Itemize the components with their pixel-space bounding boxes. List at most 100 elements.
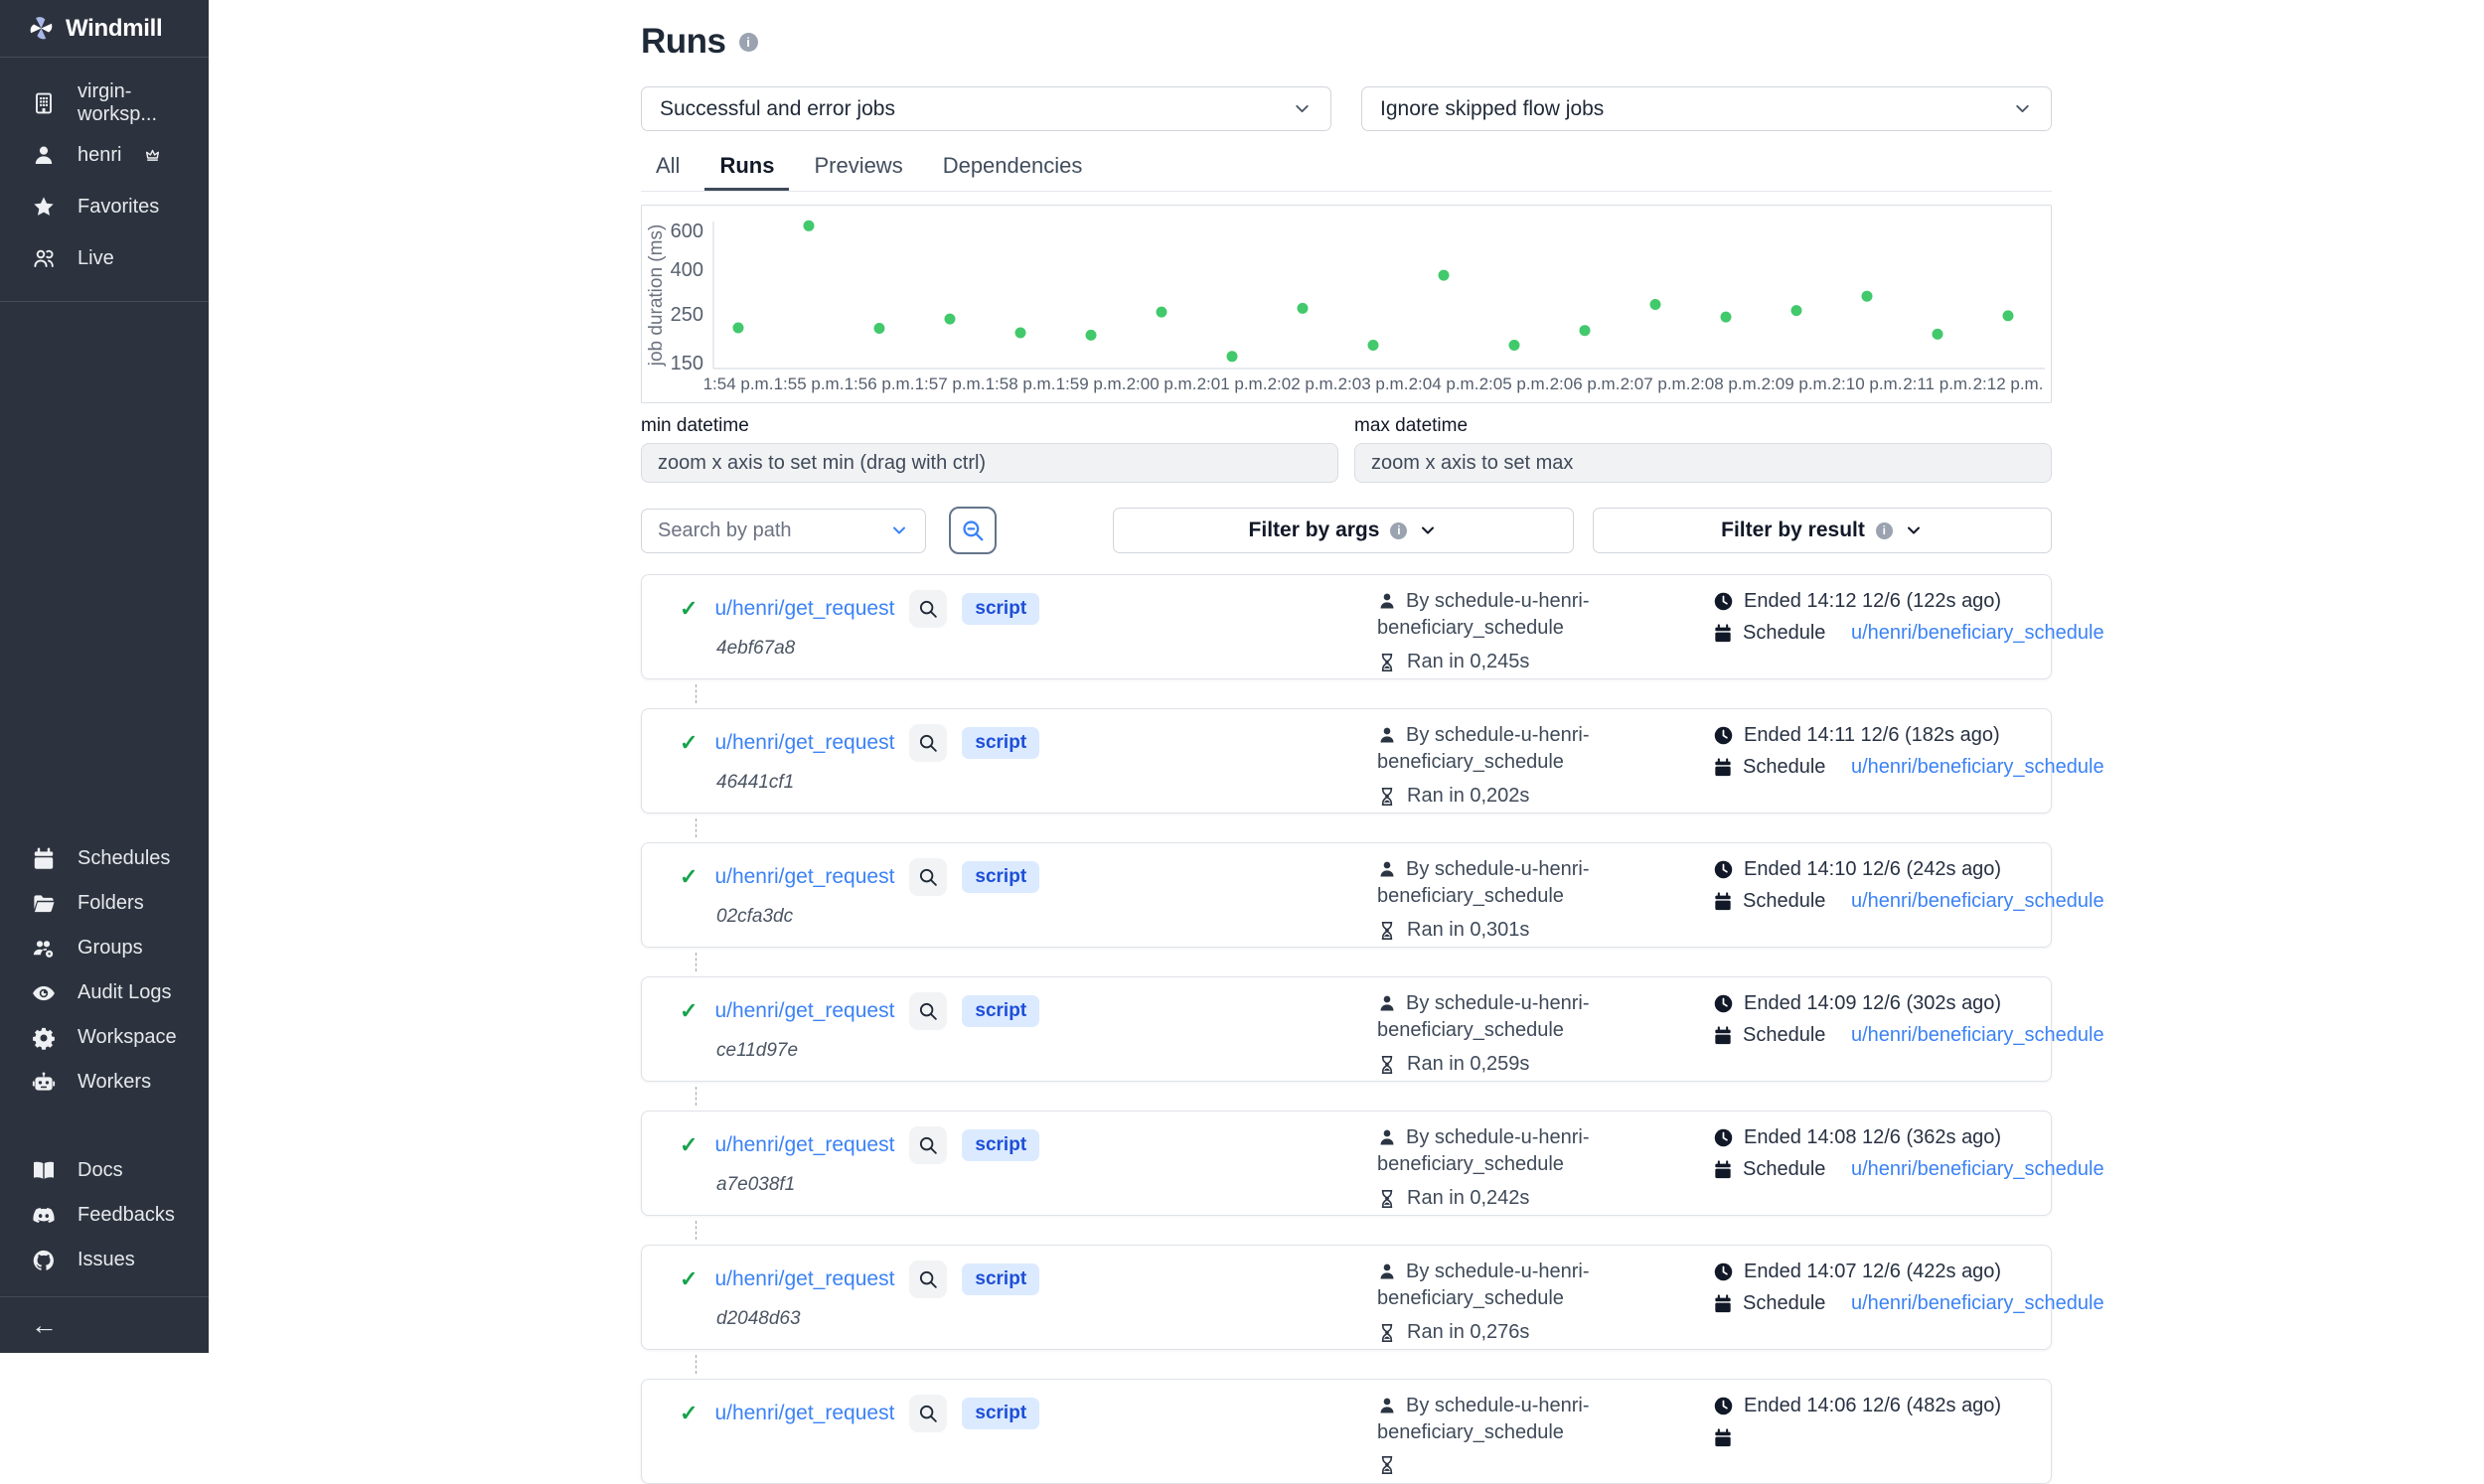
collapse-sidebar-button[interactable]: ← (0, 1297, 209, 1353)
sidebar-item-issues[interactable]: Issues (0, 1238, 209, 1282)
magnifier-minus-icon (960, 518, 986, 543)
tab-all[interactable]: All (641, 153, 695, 191)
user-icon (31, 143, 57, 167)
schedule-label: Schedule (1743, 1292, 1825, 1315)
runs-tabs: AllRuns Previews Dependencies (641, 153, 2052, 192)
run-ended-at: Ended 14:11 12/6 (182s ago) (1744, 724, 2000, 747)
info-icon[interactable]: i (1390, 522, 1407, 539)
run-row[interactable]: ✓u/henri/get_requestscripta7e038f1By sch… (641, 1111, 2052, 1216)
run-row[interactable]: ✓u/henri/get_requestscriptce11d97eBy sch… (641, 976, 2052, 1082)
schedule-path-link[interactable]: u/henri/beneficiary_schedule (1851, 756, 2104, 779)
schedule-path-link[interactable]: u/henri/beneficiary_schedule (1851, 622, 2104, 645)
chevron-down-icon (1904, 520, 1924, 540)
sidebar-item-label: Folders (78, 892, 144, 915)
max-datetime-input[interactable]: zoom x axis to set max (1354, 443, 2052, 483)
clock-icon (1713, 591, 1734, 612)
info-icon[interactable]: i (739, 33, 758, 52)
schedule-path-link[interactable]: u/henri/beneficiary_schedule (1851, 890, 2104, 913)
sidebar-item-live[interactable]: Live (0, 232, 209, 284)
y-tick-label: 600 (671, 221, 703, 242)
run-row[interactable]: ✓u/henri/get_requestscript4ebf67a8By sch… (641, 574, 2052, 679)
y-tick-label: 400 (671, 259, 703, 281)
data-point (2003, 310, 2014, 321)
sidebar-item-folders[interactable]: Folders (0, 881, 209, 926)
run-path-link[interactable]: u/henri/get_request (714, 865, 894, 889)
schedule-path-link[interactable]: u/henri/beneficiary_schedule (1851, 1158, 2104, 1181)
run-id: d2048d63 (716, 1308, 1039, 1330)
run-connector (641, 814, 2052, 842)
job-status-filter-select[interactable]: Successful and error jobs (641, 86, 1331, 131)
run-ended-at: Ended 14:07 12/6 (422s ago) (1744, 1261, 2001, 1283)
inspect-run-button[interactable] (909, 724, 947, 762)
sidebar-item-label: Schedules (78, 847, 170, 870)
inspect-run-button[interactable] (909, 858, 947, 896)
chevron-down-icon (2012, 98, 2033, 119)
max-datetime-label: max datetime (1354, 415, 2052, 437)
run-path-link[interactable]: u/henri/get_request (714, 597, 894, 621)
run-id: a7e038f1 (716, 1174, 1039, 1196)
inspect-run-button[interactable] (909, 590, 947, 628)
tab-dependencies[interactable]: Dependencies (928, 153, 1098, 191)
run-path-link[interactable]: u/henri/get_request (714, 1267, 894, 1291)
inspect-run-button[interactable] (909, 992, 947, 1030)
sidebar-item-label: Audit Logs (78, 981, 172, 1004)
inspect-run-button[interactable] (909, 1395, 947, 1432)
run-row[interactable]: ✓u/henri/get_requestscriptBy schedule-u-… (641, 1379, 2052, 1484)
groups-icon (31, 937, 57, 961)
sidebar-item-favorites[interactable]: Favorites (0, 181, 209, 232)
schedule-path-link[interactable]: u/henri/beneficiary_schedule (1851, 1024, 2104, 1047)
x-tick-label: 2:00 p.m. (1127, 374, 1197, 393)
run-connector (641, 1082, 2052, 1111)
schedule-path-link[interactable]: u/henri/beneficiary_schedule (1851, 1292, 2104, 1315)
run-path-link[interactable]: u/henri/get_request (714, 999, 894, 1023)
sidebar-item-docs[interactable]: Docs (0, 1148, 209, 1193)
sidebar-item-audit-logs[interactable]: Audit Logs (0, 970, 209, 1015)
calendar-small-icon (1713, 758, 1733, 778)
data-point (1227, 351, 1238, 362)
sidebar-item-groups[interactable]: Groups (0, 926, 209, 970)
skipped-jobs-filter-select[interactable]: Ignore skipped flow jobs (1361, 86, 2052, 131)
inspect-run-button[interactable] (909, 1126, 947, 1164)
filter-by-args-button[interactable]: Filter by args i (1113, 508, 1574, 553)
clock-icon (1713, 1261, 1734, 1282)
run-row[interactable]: ✓u/henri/get_requestscript46441cf1By sch… (641, 708, 2052, 814)
x-tick-label: 2:09 p.m. (1762, 374, 1832, 393)
brand-logo[interactable]: Windmill (0, 0, 209, 58)
min-datetime-input[interactable]: zoom x axis to set min (drag with ctrl) (641, 443, 1338, 483)
main-area: Runs i Successful and error jobs Ignore … (209, 0, 2484, 1353)
run-path-link[interactable]: u/henri/get_request (714, 1133, 894, 1157)
sidebar-item-schedules[interactable]: Schedules (0, 836, 209, 881)
workspace-nav: virgin-worksp... henri FavoritesLive (0, 58, 209, 290)
chevron-down-icon (889, 520, 909, 540)
job-kind-badge: script (962, 861, 1039, 893)
building-icon (31, 91, 57, 115)
info-icon[interactable]: i (1876, 522, 1893, 539)
job-kind-badge: script (962, 593, 1039, 625)
magnifier-icon (917, 1403, 939, 1424)
run-path-link[interactable]: u/henri/get_request (714, 1402, 894, 1425)
tab-previews[interactable]: Previews (799, 153, 917, 191)
sidebar: Windmill virgin-worksp... henri FavoritesL… (0, 0, 209, 1353)
tab-runs[interactable]: Runs (704, 153, 789, 191)
sidebar-divider (0, 301, 209, 302)
zoom-out-search-button[interactable] (949, 507, 997, 554)
sidebar-item-workers[interactable]: Workers (0, 1060, 209, 1105)
run-id: 4ebf67a8 (716, 638, 1039, 660)
job-duration-chart[interactable]: job duration (ms)1502504006001:54 p.m.1:… (641, 205, 2052, 403)
sidebar-item-virgin-worksp[interactable]: virgin-worksp... (0, 77, 209, 129)
run-ended-at: Ended 14:06 12/6 (482s ago) (1744, 1395, 2001, 1417)
sidebar-item-workspace[interactable]: Workspace (0, 1015, 209, 1060)
data-point (1721, 312, 1732, 323)
sidebar-item-feedbacks[interactable]: Feedbacks (0, 1193, 209, 1238)
run-id: 02cfa3dc (716, 906, 1039, 928)
run-path-link[interactable]: u/henri/get_request (714, 731, 894, 755)
search-by-path-select[interactable]: Search by path (641, 509, 926, 553)
users-icon (31, 246, 57, 270)
sidebar-item-label: henri (78, 144, 121, 167)
sidebar-item-henri[interactable]: henri (0, 129, 209, 181)
inspect-run-button[interactable] (909, 1261, 947, 1298)
run-row[interactable]: ✓u/henri/get_requestscript02cfa3dcBy sch… (641, 842, 2052, 948)
run-row[interactable]: ✓u/henri/get_requestscriptd2048d63By sch… (641, 1245, 2052, 1350)
x-tick-label: 2:03 p.m. (1338, 374, 1409, 393)
filter-by-result-button[interactable]: Filter by result i (1593, 508, 2052, 553)
